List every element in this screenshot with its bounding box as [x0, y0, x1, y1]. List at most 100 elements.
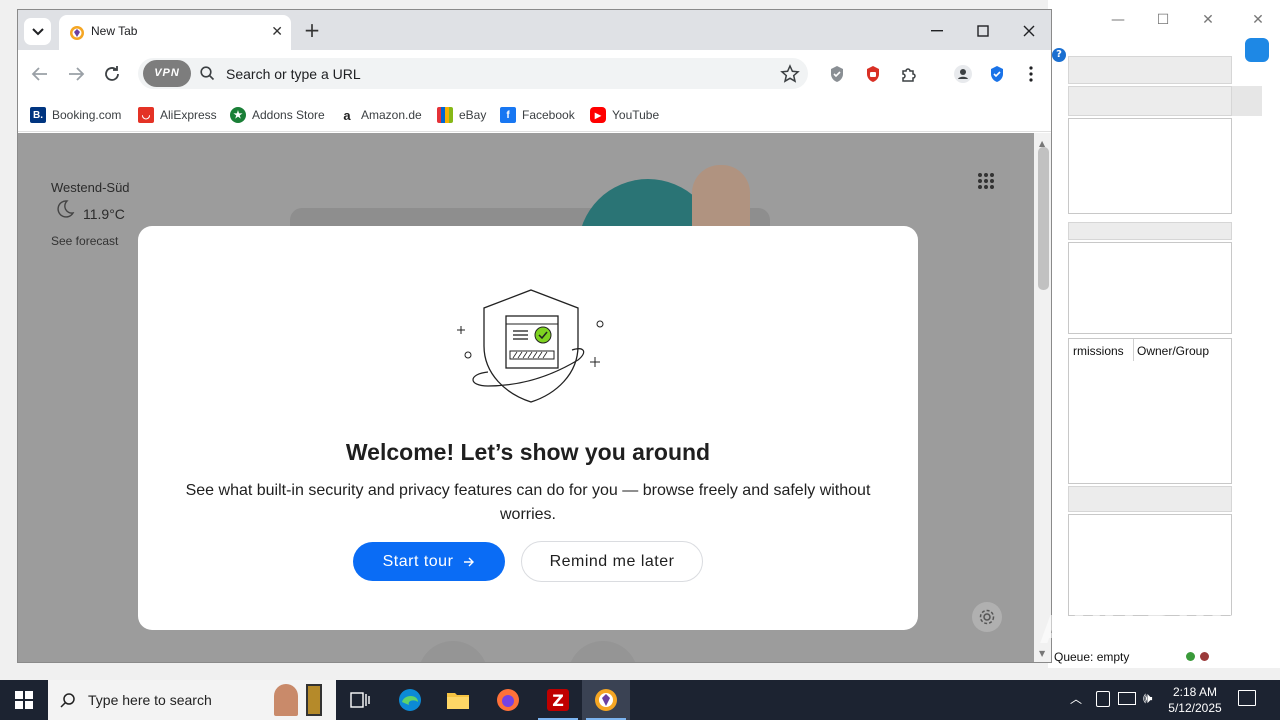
scrollbar-thumb[interactable]: [1038, 147, 1049, 290]
customize-button[interactable]: [972, 602, 1002, 632]
forward-button[interactable]: [64, 62, 88, 86]
copilot-icon[interactable]: [1245, 38, 1269, 62]
remote-tree-pane[interactable]: [1068, 118, 1232, 214]
tab-new-tab[interactable]: New Tab ✕: [59, 15, 291, 50]
tab-title: New Tab: [91, 24, 138, 38]
maximize-icon[interactable]: ☐: [1153, 10, 1173, 30]
taskbar-search-box[interactable]: Type here to search: [48, 680, 336, 720]
back-button[interactable]: [28, 62, 52, 86]
weather-widget[interactable]: Westend-Süd 11.9°C See forecast: [51, 180, 130, 248]
addons-store-icon: ★: [230, 107, 246, 123]
side-gray: [1232, 86, 1262, 116]
close-icon: [1023, 25, 1035, 37]
security-shield-button[interactable]: [986, 63, 1008, 85]
remind-me-later-button[interactable]: Remind me later: [521, 541, 703, 582]
forward-arrow-icon: [69, 67, 85, 81]
toolbar-strip: [1068, 56, 1232, 84]
browser-logo-icon: [70, 26, 84, 40]
tab-search-button[interactable]: [24, 18, 51, 45]
taskbar-search-placeholder: Type here to search: [88, 692, 212, 708]
adblock-icon: [867, 66, 879, 82]
filezilla-taskbar-icon[interactable]: Z: [534, 680, 582, 720]
firefox-taskbar-icon[interactable]: [484, 680, 532, 720]
queue-pane[interactable]: [1068, 514, 1232, 616]
bookmark-ebay[interactable]: eBay: [437, 105, 486, 125]
blue-shield-icon: [991, 66, 1003, 82]
file-explorer-taskbar-icon[interactable]: [434, 680, 482, 720]
start-button[interactable]: [0, 680, 48, 720]
omnibox[interactable]: Search or type a URL: [138, 58, 808, 89]
browser-logo-icon: [595, 689, 617, 711]
close-icon[interactable]: ✕: [1198, 10, 1218, 30]
profile-button[interactable]: [952, 63, 974, 85]
bookmark-label: Addons Store: [252, 108, 325, 122]
search-highlight-person-icon: [274, 684, 298, 716]
clock-date: 5/12/2025: [1168, 701, 1222, 715]
windows-logo-icon: [15, 691, 33, 709]
bookmark-amazon[interactable]: a Amazon.de: [339, 105, 422, 125]
notifications-icon[interactable]: [1238, 690, 1256, 706]
bookmark-label: eBay: [459, 108, 487, 122]
reload-button[interactable]: [100, 62, 124, 86]
gear-icon: [979, 609, 995, 625]
bookmark-facebook[interactable]: f Facebook: [500, 105, 575, 125]
maximize-icon: [977, 25, 989, 37]
outer-close-icon[interactable]: ✕: [1248, 10, 1268, 30]
search-icon: [60, 693, 75, 708]
taskbar-clock[interactable]: 2:18 AM 5/12/2025: [1162, 684, 1228, 716]
close-button[interactable]: [1018, 20, 1040, 42]
tray-volume-icon[interactable]: 🕪: [1143, 689, 1152, 707]
arrow-right-icon: [464, 557, 475, 566]
weather-temperature: 11.9°C: [83, 206, 125, 222]
browser-window: New Tab ✕ + Search or type a URL VPN B. …: [17, 9, 1052, 663]
help-icon[interactable]: ?: [1052, 48, 1066, 62]
kebab-menu-icon: [1029, 66, 1033, 82]
edge-icon: [399, 689, 421, 711]
facebook-icon: f: [500, 107, 516, 123]
minimize-button[interactable]: [926, 20, 948, 42]
new-tab-page: Westend-Süd 11.9°C See forecast Welcome!…: [18, 133, 1034, 662]
status-light-green: [1186, 652, 1195, 661]
bookmark-youtube[interactable]: ▶ YouTube: [590, 105, 659, 125]
status-light-red: [1200, 652, 1209, 661]
dialog-title: Welcome! Let’s show you around: [345, 439, 711, 465]
column-owner-group[interactable]: Owner/Group: [1133, 343, 1213, 367]
bookmark-label: Amazon.de: [361, 108, 422, 122]
task-view-button[interactable]: [336, 680, 384, 720]
extension-shield-gray[interactable]: [826, 63, 848, 85]
menu-button[interactable]: [1020, 63, 1042, 85]
bookmark-aliexpress[interactable]: ◡ AliExpress: [138, 105, 217, 125]
forecast-link[interactable]: See forecast: [51, 234, 118, 248]
status-strip: [1068, 486, 1232, 512]
minimize-icon: [931, 30, 943, 32]
browser-taskbar-icon[interactable]: [582, 680, 630, 720]
start-tour-button[interactable]: Start tour: [353, 542, 505, 581]
tray-network-icon[interactable]: [1118, 692, 1136, 705]
extensions-button[interactable]: [898, 63, 920, 85]
moon-icon: [57, 200, 75, 218]
column-permissions[interactable]: rmissions: [1069, 343, 1128, 367]
start-tour-label: Start tour: [382, 552, 454, 570]
bookmark-booking[interactable]: B. Booking.com: [30, 105, 121, 125]
bookmark-addons-store[interactable]: ★ Addons Store: [230, 105, 325, 125]
extension-shield-red[interactable]: [862, 63, 884, 85]
search-highlight-lantern-icon: [306, 684, 322, 716]
file-columns-pane[interactable]: rmissions Owner/Group: [1068, 338, 1232, 484]
file-list-pane[interactable]: [1068, 242, 1232, 334]
tab-close-icon[interactable]: ✕: [271, 24, 283, 40]
chevron-down-icon: [31, 27, 44, 35]
filezilla-icon: Z: [547, 689, 569, 711]
puzzle-icon: [902, 68, 916, 82]
tray-device-icon[interactable]: [1096, 691, 1110, 707]
minimize-icon[interactable]: —: [1108, 10, 1128, 30]
booking-icon: B.: [30, 107, 46, 123]
maximize-button[interactable]: [972, 20, 994, 42]
address-strip: [1068, 86, 1232, 116]
edge-taskbar-icon[interactable]: [386, 680, 434, 720]
apps-grid-icon[interactable]: [977, 172, 995, 190]
vpn-button[interactable]: VPN: [143, 60, 191, 87]
new-tab-button[interactable]: +: [301, 20, 323, 42]
path-bar[interactable]: [1068, 222, 1232, 240]
tray-chevron-up-icon[interactable]: ︿: [1070, 690, 1082, 707]
firefox-icon: [497, 689, 519, 711]
